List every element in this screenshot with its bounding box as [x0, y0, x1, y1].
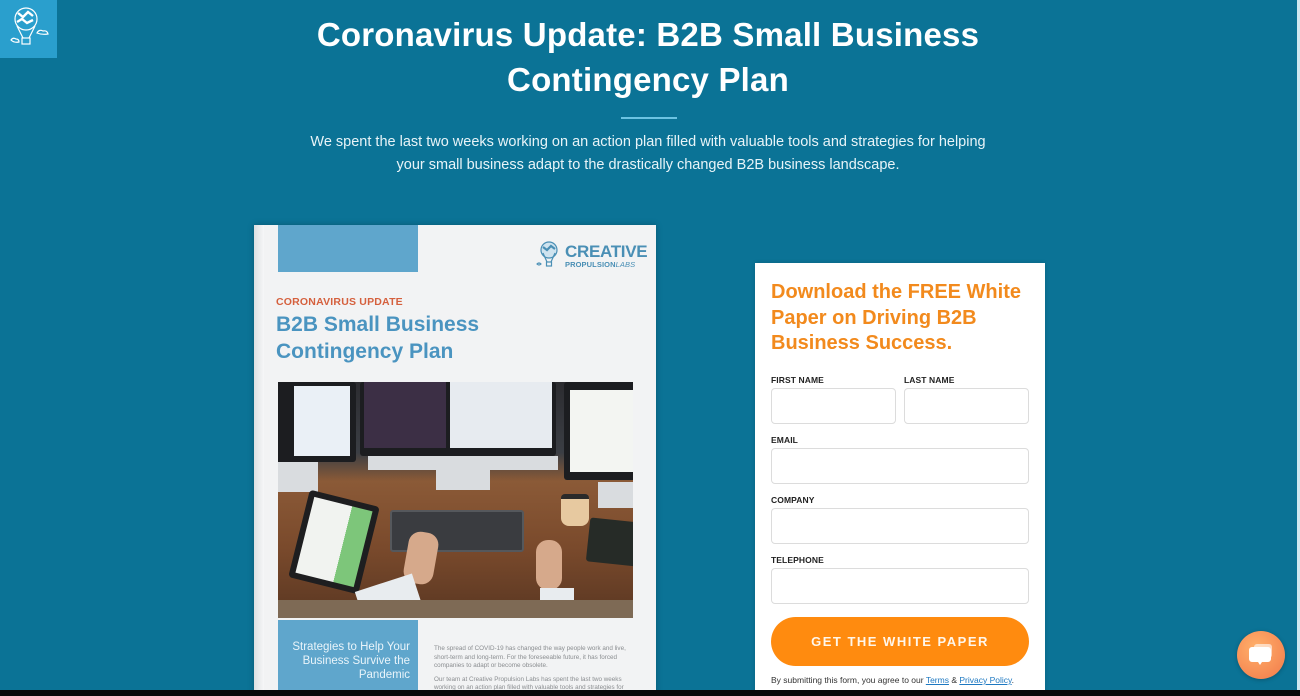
chat-bubble-icon: [1249, 644, 1272, 665]
photo-floor: [278, 600, 633, 618]
photo-monitor-left: [278, 382, 356, 462]
form-title: Download the FREE White Paper on Driving…: [771, 281, 1021, 354]
photo-tablet: [288, 489, 380, 595]
photo-tablet-screen: [295, 496, 373, 588]
last-name-input[interactable]: [904, 388, 1029, 424]
legal-text: By submitting this form, you agree to ou…: [771, 675, 926, 685]
telephone-label: TELEPHONE: [771, 555, 824, 565]
telephone-input[interactable]: [771, 568, 1029, 604]
title-divider: [621, 117, 677, 119]
photo-screen: [450, 382, 552, 448]
balloon-logo-icon: [536, 241, 558, 267]
brand-subtitle: PROPULSIONLABS: [565, 260, 647, 270]
cover-body-paragraph: The spread of COVID-19 has changed the w…: [434, 645, 626, 669]
photo-screen: [294, 386, 350, 456]
legal-text: .: [1011, 675, 1015, 685]
page-title: Coronavirus Update: B2B Small Business C…: [316, 16, 980, 98]
legal-text: &: [948, 675, 960, 685]
brand-subtitle-labs: LABS: [615, 259, 636, 269]
white-paper-cover: CREATIVE PROPULSIONLABS CORONAVIRUS UPDA…: [254, 225, 656, 695]
email-label: EMAIL: [771, 435, 798, 445]
legal-notice: By submitting this form, you agree to ou…: [771, 675, 1041, 685]
hot-air-balloon-icon: [9, 7, 49, 45]
privacy-policy-link[interactable]: Privacy Policy: [959, 675, 1011, 685]
landing-page: Coronavirus Update: B2B Small Business C…: [0, 0, 1297, 696]
page-subtitle: We spent the last two weeks working on a…: [310, 134, 986, 173]
cover-color-block: [278, 225, 418, 272]
download-form: Download the FREE White Paper on Driving…: [755, 263, 1045, 696]
cover-body-text: The spread of COVID-19 has changed the w…: [434, 645, 629, 695]
chat-widget-button[interactable]: [1237, 631, 1285, 679]
brand-logo: CREATIVE PROPULSIONLABS: [536, 240, 648, 272]
bottom-bar: [0, 690, 1300, 696]
first-name-input[interactable]: [771, 388, 896, 424]
photo-monitor-center: [360, 382, 556, 456]
terms-link[interactable]: Terms: [926, 675, 949, 685]
photo-hand-right: [536, 540, 562, 590]
brand-name: CREATIVE: [565, 241, 648, 261]
company-label: COMPANY: [771, 495, 815, 505]
get-white-paper-button[interactable]: GET THE WHITE PAPER: [771, 617, 1029, 666]
photo-stand: [278, 462, 318, 492]
photo-stand: [598, 482, 633, 508]
cover-photo: [278, 382, 633, 618]
brand-subtitle-main: PROPULSION: [565, 259, 616, 269]
last-name-label: LAST NAME: [904, 375, 955, 385]
photo-stand: [368, 456, 558, 470]
cover-kicker: CORONAVIRUS UPDATE: [276, 296, 403, 308]
company-input[interactable]: [771, 508, 1029, 544]
photo-coffee-cup: [561, 494, 589, 526]
cover-panel-text: Strategies to Help Your Business Survive…: [292, 641, 410, 681]
photo-phone: [585, 517, 633, 567]
site-logo[interactable]: [0, 0, 57, 58]
first-name-label: FIRST NAME: [771, 375, 824, 385]
photo-monitor-right: [564, 382, 633, 480]
cover-spine: [254, 225, 264, 695]
cover-side-panel: Strategies to Help Your Business Survive…: [278, 620, 418, 695]
photo-stand: [436, 470, 490, 490]
photo-screen: [570, 390, 633, 472]
photo-screen: [364, 382, 446, 448]
cover-title: B2B Small Business Contingency Plan: [276, 313, 480, 363]
email-input[interactable]: [771, 448, 1029, 484]
